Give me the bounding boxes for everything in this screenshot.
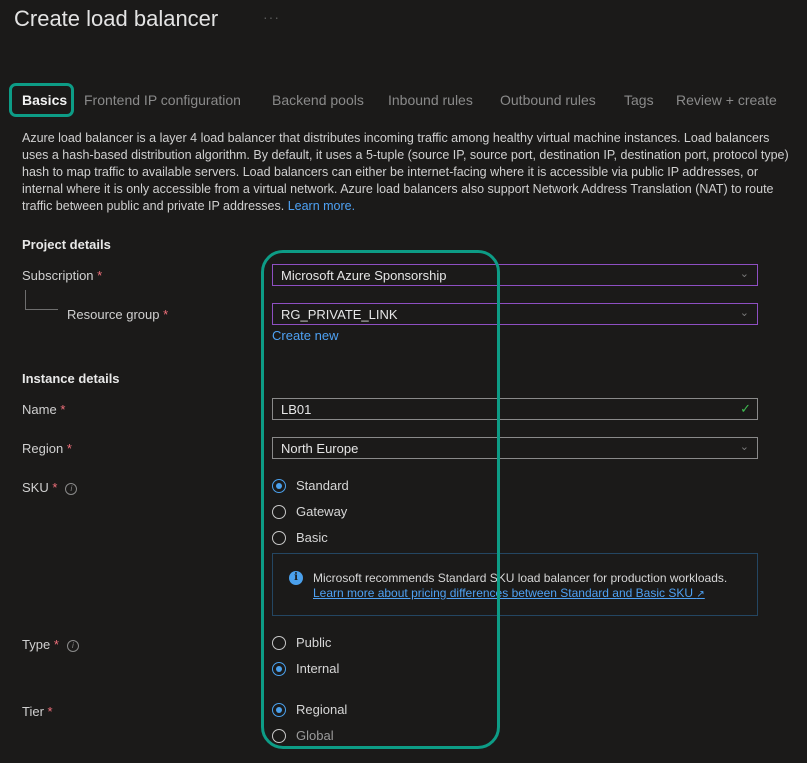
learn-more-link[interactable]: Learn more. [288,199,355,213]
info-icon[interactable]: i [65,482,78,495]
basics-tab-highlight [9,83,74,117]
region-label: Region * [22,441,72,456]
tab-frontend-ip-configuration[interactable]: Frontend IP configuration [84,92,241,108]
instance-details-heading: Instance details [22,371,120,386]
description: Azure load balancer is a layer 4 load ba… [22,130,792,215]
name-label: Name * [22,402,66,417]
more-options-icon[interactable]: ··· [263,9,280,25]
checkmark-icon: ✓ [740,401,751,416]
tab-tags[interactable]: Tags [624,92,654,108]
description-text: Azure load balancer is a layer 4 load ba… [22,131,789,213]
resource-group-label: Resource group * [67,307,169,322]
tree-connector-vertical [25,290,26,310]
chevron-down-icon: ⌄ [739,268,749,280]
subscription-label: Subscription * [22,268,103,283]
external-link-icon: ↗ [696,589,705,600]
page-title: Create load balancer [14,6,219,31]
tab-inbound-rules[interactable]: Inbound rules [388,92,473,108]
tab-review-create[interactable]: Review + create [676,92,777,108]
chevron-down-icon: ⌄ [739,307,749,319]
tab-bar: Basics Frontend IP configuration Backend… [0,84,807,118]
tab-outbound-rules[interactable]: Outbound rules [500,92,596,108]
project-details-heading: Project details [22,237,111,252]
tree-connector-horizontal [25,309,58,310]
chevron-down-icon: ⌄ [739,441,749,453]
tier-label: Tier * [22,704,53,719]
tab-backend-pools[interactable]: Backend pools [272,92,364,108]
sku-label: SKU * i [22,480,78,495]
info-icon[interactable]: i [66,639,79,652]
settings-highlight-annotation [261,250,500,749]
type-label: Type * i [22,637,79,652]
